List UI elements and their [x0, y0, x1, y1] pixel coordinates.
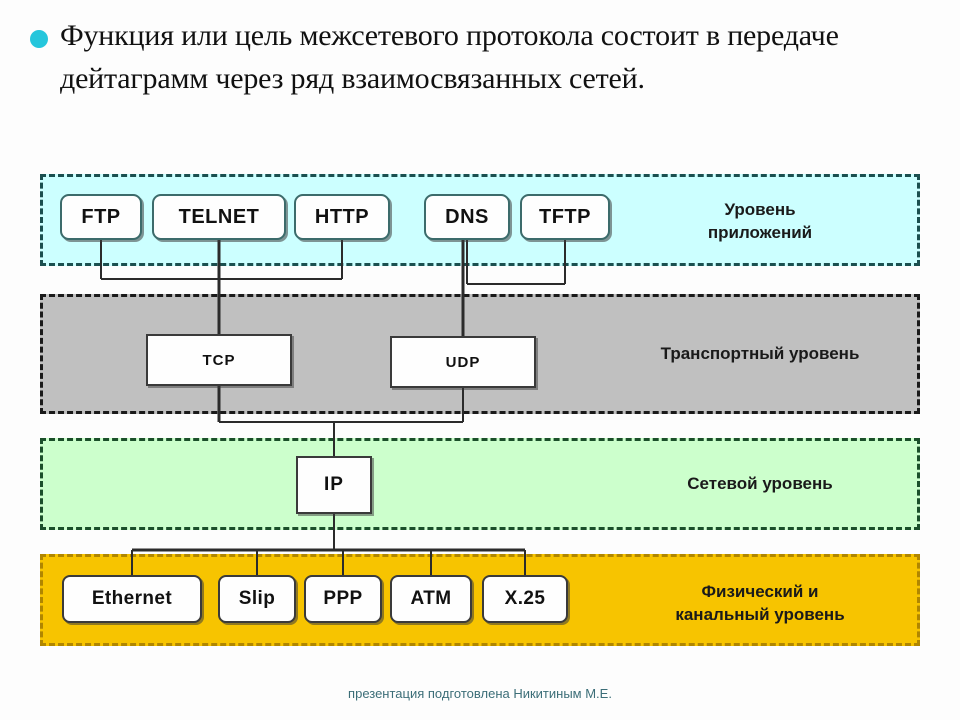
protocol-box-atm[interactable]: ATM	[390, 575, 472, 623]
bullet-icon	[30, 30, 48, 48]
protocol-box-telnet[interactable]: TELNET	[152, 194, 286, 240]
protocol-box-ip[interactable]: IP	[296, 456, 372, 514]
layer-label-network: Сетевой уровень	[687, 474, 833, 493]
page-title: Функция или цель межсетевого протокола с…	[60, 19, 839, 95]
protocol-box-ppp[interactable]: PPP	[304, 575, 382, 623]
protocol-box-ftp[interactable]: FTP	[60, 194, 142, 240]
protocol-box-udp[interactable]: UDP	[390, 336, 536, 388]
protocol-box-slip[interactable]: Slip	[218, 575, 296, 623]
slide-title-block: Функция или цель межсетевого протокола с…	[0, 14, 960, 114]
protocol-box-x25[interactable]: X.25	[482, 575, 568, 623]
protocol-box-tcp[interactable]: TCP	[146, 334, 292, 386]
layer-label-physical: Физический и канальный уровень	[675, 582, 845, 624]
protocol-box-ethernet[interactable]: Ethernet	[62, 575, 202, 623]
protocol-box-http[interactable]: HTTP	[294, 194, 390, 240]
layer-label-application: Уровень приложений	[707, 200, 813, 242]
slide: Функция или цель межсетевого протокола с…	[0, 0, 960, 720]
protocol-box-dns[interactable]: DNS	[424, 194, 510, 240]
protocol-box-tftp[interactable]: TFTP	[520, 194, 610, 240]
tcp-ip-stack-diagram: Уровень приложений Транспортный уровень …	[0, 150, 960, 660]
footer-credit: презентация подготовлена Никитиным М.Е.	[348, 686, 612, 701]
layer-label-transport: Транспортный уровень	[660, 344, 860, 363]
